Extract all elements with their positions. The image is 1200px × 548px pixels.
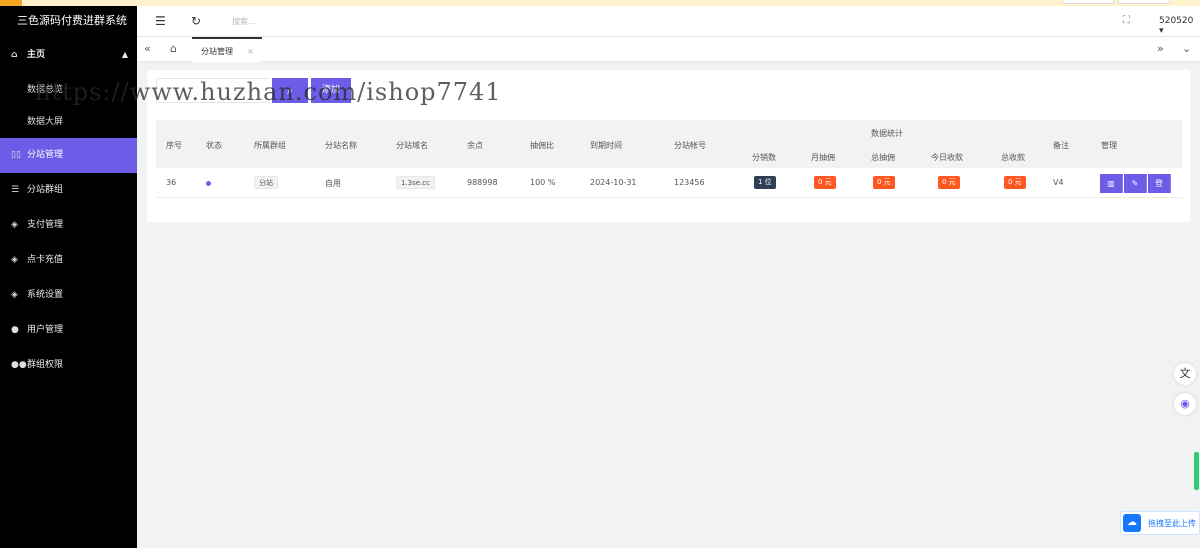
top-header: ☰ ↻ 搜索... ⛶ 520520 ▾	[137, 6, 1200, 37]
cell-expire: 2024-10-31	[590, 178, 637, 187]
sidebar-item-recharge[interactable]: ◈ 点卡充值	[0, 243, 137, 278]
sidebar-item-label: 点卡充值	[27, 255, 64, 265]
sidebar-item-substation[interactable]: ▯▯ 分站管理	[0, 138, 137, 173]
menu-toggle-icon[interactable]: ☰	[155, 14, 166, 28]
sidebar-item-label: 分站管理	[27, 150, 64, 160]
shield-icon: ◈	[11, 290, 18, 300]
strip-button-1[interactable]	[1062, 0, 1114, 4]
username: 520520	[1159, 16, 1194, 26]
col-header: 分站帐号	[674, 141, 706, 150]
col-header: 所属群组	[254, 141, 286, 150]
tab-bar: « ⌂ 分站管理 × » ⌄	[137, 37, 1200, 62]
users-icon: ●●	[11, 360, 27, 370]
tabs-right-icon[interactable]: »	[1157, 42, 1164, 55]
col-header: 抽佣比	[530, 141, 554, 150]
cell-total-commission-badge: 0 元	[873, 176, 895, 189]
cell-id: 36	[166, 178, 177, 187]
chevron-down-icon[interactable]: ⌄	[1182, 42, 1191, 55]
cell-ratio: 100 %	[530, 178, 556, 187]
col-header: 总收款	[1001, 153, 1025, 162]
upload-dropzone[interactable]: ☁ 拖拽至此上传	[1120, 511, 1200, 535]
col-header: 状态	[206, 141, 222, 150]
col-header: 今日收款	[931, 153, 963, 162]
cell-name: 自用	[325, 179, 341, 188]
columns-icon: ▯▯	[11, 150, 21, 160]
col-header: 备注	[1053, 141, 1069, 150]
header-search-input[interactable]: 搜索...	[232, 16, 256, 27]
cell-total-income-badge: 0 元	[1004, 176, 1026, 189]
sidebar-item-users[interactable]: ● 用户管理	[0, 313, 137, 348]
tab-substation[interactable]: 分站管理 ×	[192, 37, 262, 62]
strip-button-2[interactable]	[1118, 0, 1170, 4]
col-header: 余点	[467, 141, 483, 150]
sidebar-item-label: 主页	[27, 50, 46, 60]
cell-balance: 988998	[467, 178, 498, 187]
cell-domain-tag: 1.3se.cc	[396, 176, 436, 189]
cell-today-income-badge: 0 元	[938, 176, 960, 189]
sidebar-item-label: 系统设置	[27, 290, 64, 300]
trash-icon: ▥	[1107, 179, 1115, 188]
watermark-text: https://www.huzhan.com/ishop7741	[35, 78, 502, 106]
login-button[interactable]: 登	[1148, 174, 1171, 193]
translate-icon[interactable]: 文	[1174, 363, 1196, 385]
col-header: 序号	[166, 141, 182, 150]
cell-month-commission-badge: 0 元	[814, 176, 836, 189]
col-header: 总抽佣	[871, 153, 895, 162]
col-header: 分站名称	[325, 141, 357, 150]
assistant-icon[interactable]: ◉	[1174, 393, 1196, 415]
col-header: 到期时间	[590, 141, 622, 150]
col-header: 分销数	[752, 153, 776, 162]
user-menu[interactable]: 520520 ▾	[1159, 16, 1200, 36]
pencil-icon: ✎	[1131, 179, 1139, 188]
col-header: 分站域名	[396, 141, 428, 150]
fullscreen-icon[interactable]: ⛶	[1123, 15, 1130, 26]
scroll-indicator[interactable]	[1194, 452, 1199, 490]
caret-down-icon: ▾	[1159, 26, 1164, 36]
sidebar-item-settings[interactable]: ◈ 系统设置	[0, 278, 137, 313]
refresh-icon[interactable]: ↻	[191, 14, 201, 28]
sidebar-item-home[interactable]: ⌂ 主页 ▲	[0, 36, 137, 74]
sidebar-item-label: 群组权限	[27, 360, 64, 370]
col-header: 月抽佣	[811, 153, 835, 162]
status-dot	[206, 181, 211, 186]
cell-remark: V4	[1053, 178, 1064, 187]
sidebar-item-permissions[interactable]: ●● 群组权限	[0, 348, 137, 383]
app-title: 三色源码付费进群系统	[17, 14, 127, 27]
sidebar-item-label: 分站群组	[27, 185, 64, 195]
sliders-icon: ☰	[11, 185, 20, 195]
table-row: 36 分站 自用 1.3se.cc 988998 100 % 2024-10-3…	[156, 168, 1182, 198]
cell-group-tag: 分站	[254, 176, 278, 189]
sidebar-item-label: 用户管理	[27, 325, 64, 335]
table-header: 序号 状态 所属群组 分站名称 分站域名 余点 抽佣比 到期时间 分站帐号 数据…	[156, 120, 1182, 168]
cell-account: 123456	[674, 178, 705, 187]
sidebar-item-payment[interactable]: ◈ 支付管理	[0, 208, 137, 243]
upload-label: 拖拽至此上传	[1148, 519, 1196, 528]
home-icon: ⌂	[11, 50, 18, 60]
home-tab-icon[interactable]: ⌂	[170, 42, 177, 55]
col-header: 管理	[1101, 141, 1117, 150]
sidebar-item-label: 支付管理	[27, 220, 64, 230]
tabs-left-icon[interactable]: «	[144, 42, 151, 55]
shield-icon: ◈	[11, 220, 18, 230]
close-icon[interactable]: ×	[247, 39, 254, 64]
tab-label: 分站管理	[201, 47, 233, 56]
edit-button[interactable]: ✎	[1124, 174, 1147, 193]
cloud-icon: ☁	[1123, 514, 1141, 532]
sidebar-item-substation-group[interactable]: ☰ 分站群组	[0, 173, 137, 208]
delete-button[interactable]: ▥	[1100, 174, 1123, 193]
shield-icon: ◈	[11, 255, 18, 265]
group-header: 数据统计	[871, 129, 903, 138]
user-icon: ●	[11, 325, 19, 335]
sidebar-subitem-bigscreen[interactable]: 数据大屏	[0, 106, 137, 138]
chevron-up-icon: ▲	[121, 50, 128, 59]
cell-distrib-badge: 1 位	[754, 176, 776, 189]
